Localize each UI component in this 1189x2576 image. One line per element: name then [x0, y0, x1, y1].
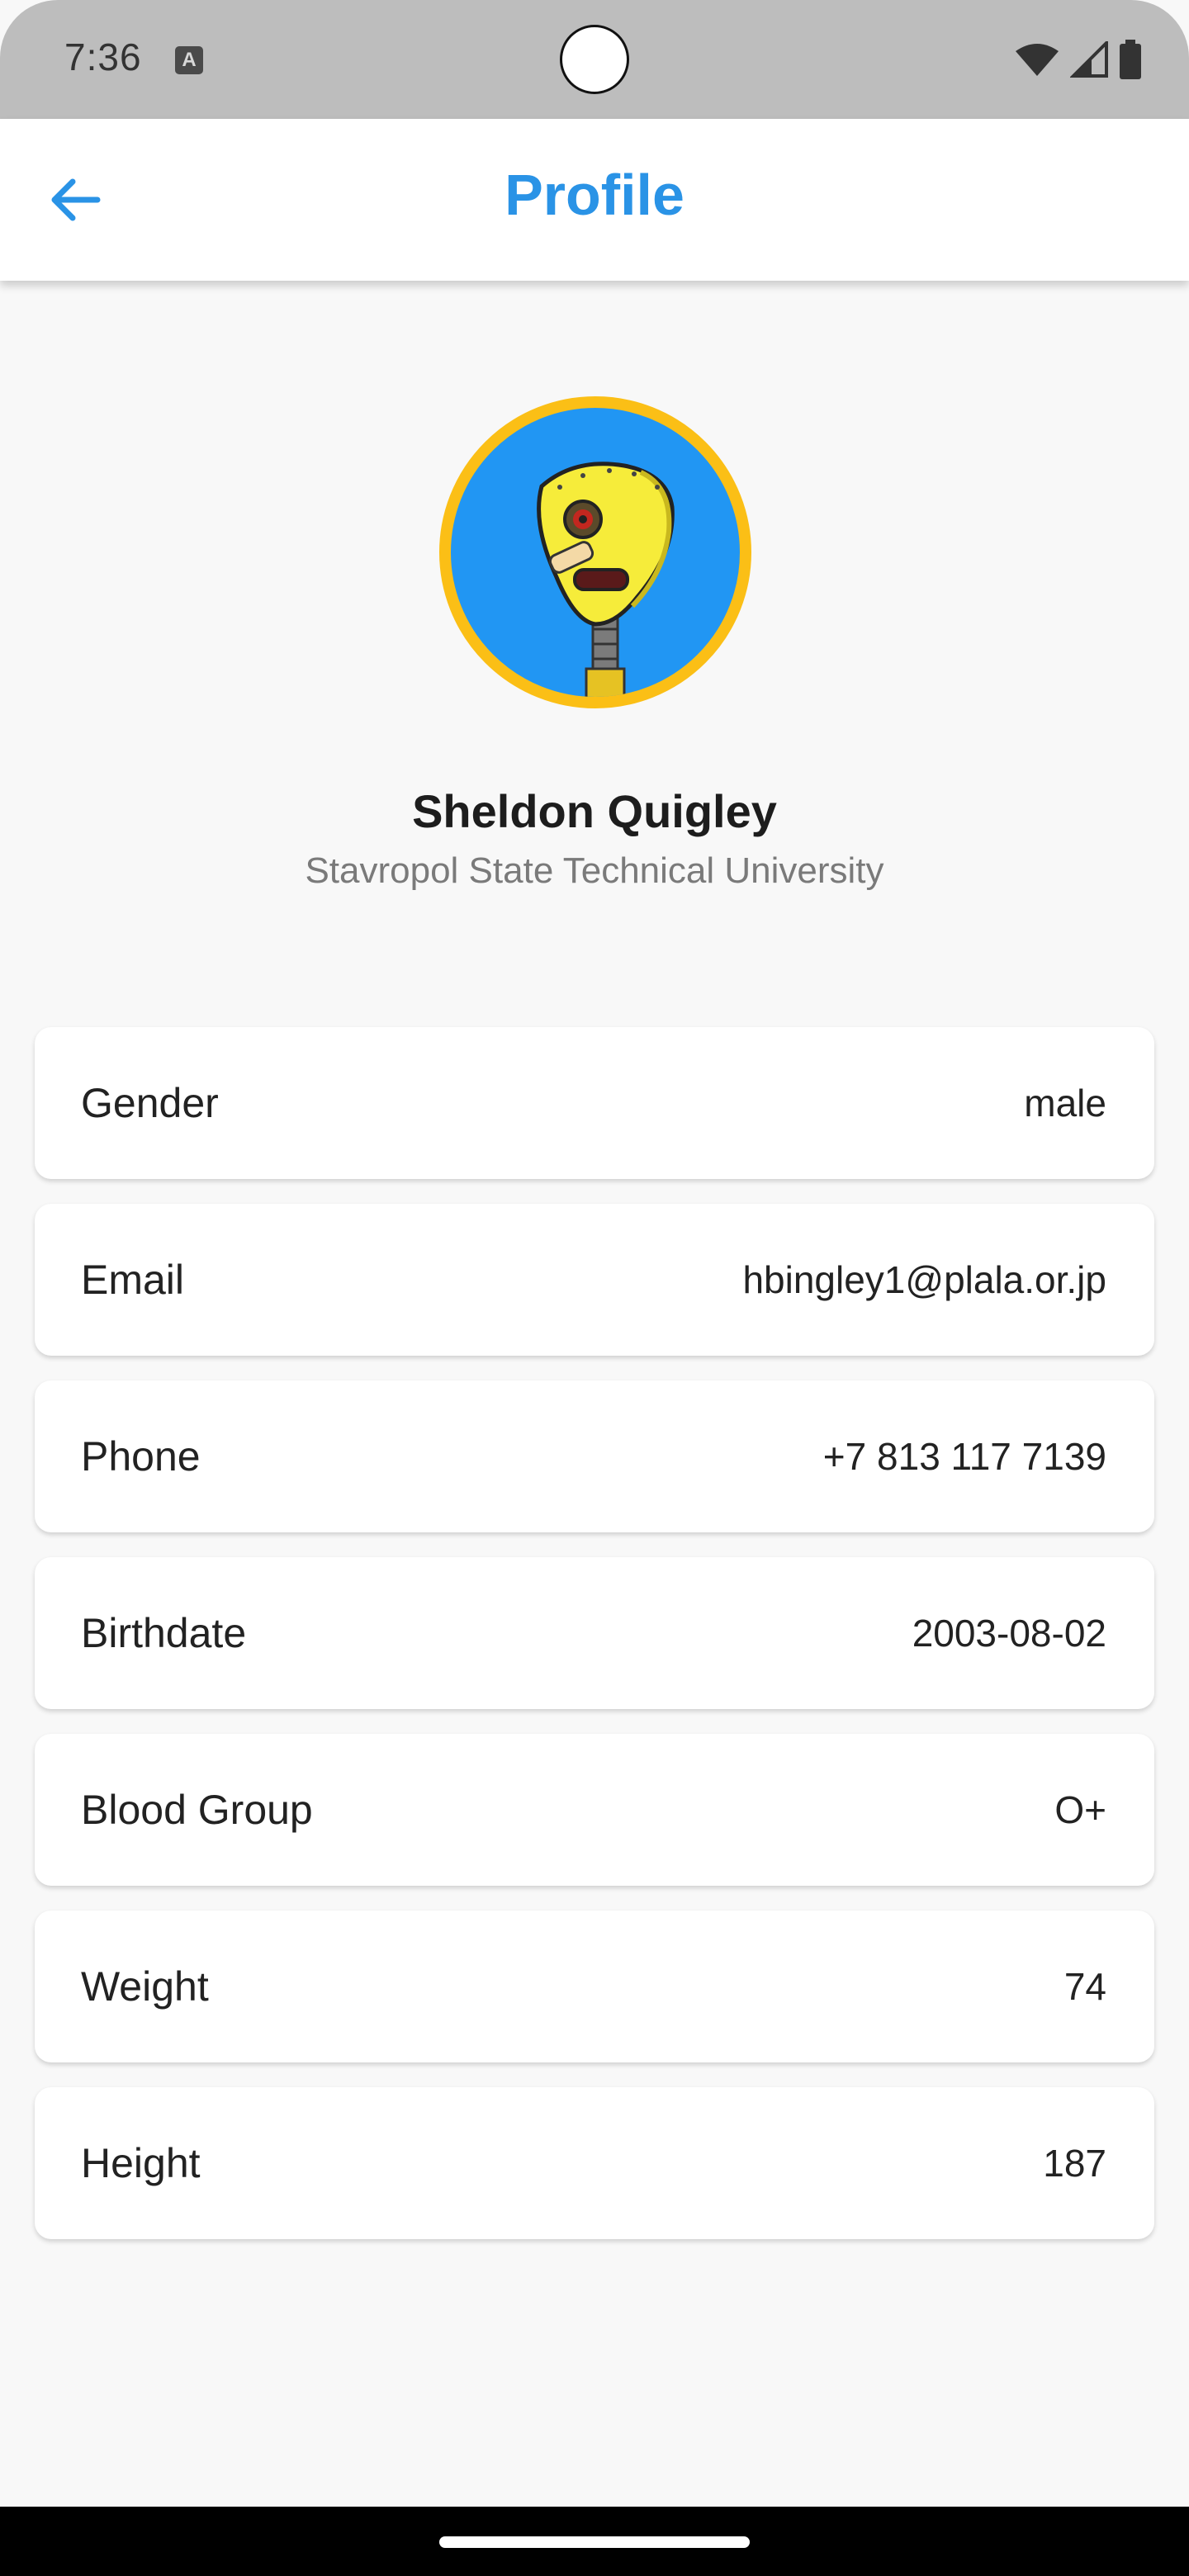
info-label: Email [81, 1257, 185, 1303]
wifi-icon [1016, 44, 1059, 76]
info-label: Phone [81, 1433, 201, 1480]
info-label: Blood Group [81, 1787, 313, 1833]
info-label: Weight [81, 1963, 209, 2010]
signal-icon [1070, 41, 1108, 78]
status-time: 7:36 [64, 36, 142, 78]
avatar [439, 396, 751, 708]
info-card-gender: Gender male [35, 1027, 1154, 1179]
camera-cutout [560, 25, 629, 94]
info-label: Birthdate [81, 1610, 247, 1656]
info-label: Gender [81, 1080, 219, 1126]
page-title: Profile [504, 163, 685, 227]
info-value: hbingley1@plala.or.jp [742, 1258, 1106, 1301]
battery-icon [1120, 40, 1141, 79]
info-label: Height [81, 2140, 201, 2186]
info-value: 74 [1063, 1965, 1106, 2008]
info-card-blood-group: Blood Group O+ [35, 1734, 1154, 1886]
status-bar: 7:36 A [0, 0, 1189, 119]
info-card-birthdate: Birthdate 2003-08-02 [35, 1557, 1154, 1709]
robot-avatar-icon [537, 462, 675, 697]
info-value: 2003-08-02 [912, 1612, 1106, 1655]
status-icons [1014, 36, 1143, 83]
profile-name: Sheldon Quigley [412, 785, 777, 837]
info-value: O+ [1054, 1788, 1106, 1831]
info-card-weight: Weight 74 [35, 1911, 1154, 2062]
info-value: +7 813 117 7139 [822, 1435, 1106, 1478]
app-bar: Profile [0, 119, 1189, 281]
profile-university: Stavropol State Technical University [305, 850, 884, 891]
notification-a-icon: A [175, 46, 203, 74]
info-card-height: Height 187 [35, 2087, 1154, 2239]
info-value: male [1024, 1082, 1106, 1125]
home-indicator[interactable] [439, 2536, 750, 2548]
info-card-email: Email hbingley1@plala.or.jp [35, 1204, 1154, 1356]
info-value: 187 [1043, 2142, 1106, 2185]
navigation-bar [0, 2507, 1189, 2576]
info-card-phone: Phone +7 813 117 7139 [35, 1380, 1154, 1532]
info-list: Gender male Email hbingley1@plala.or.jp … [35, 1027, 1154, 2264]
